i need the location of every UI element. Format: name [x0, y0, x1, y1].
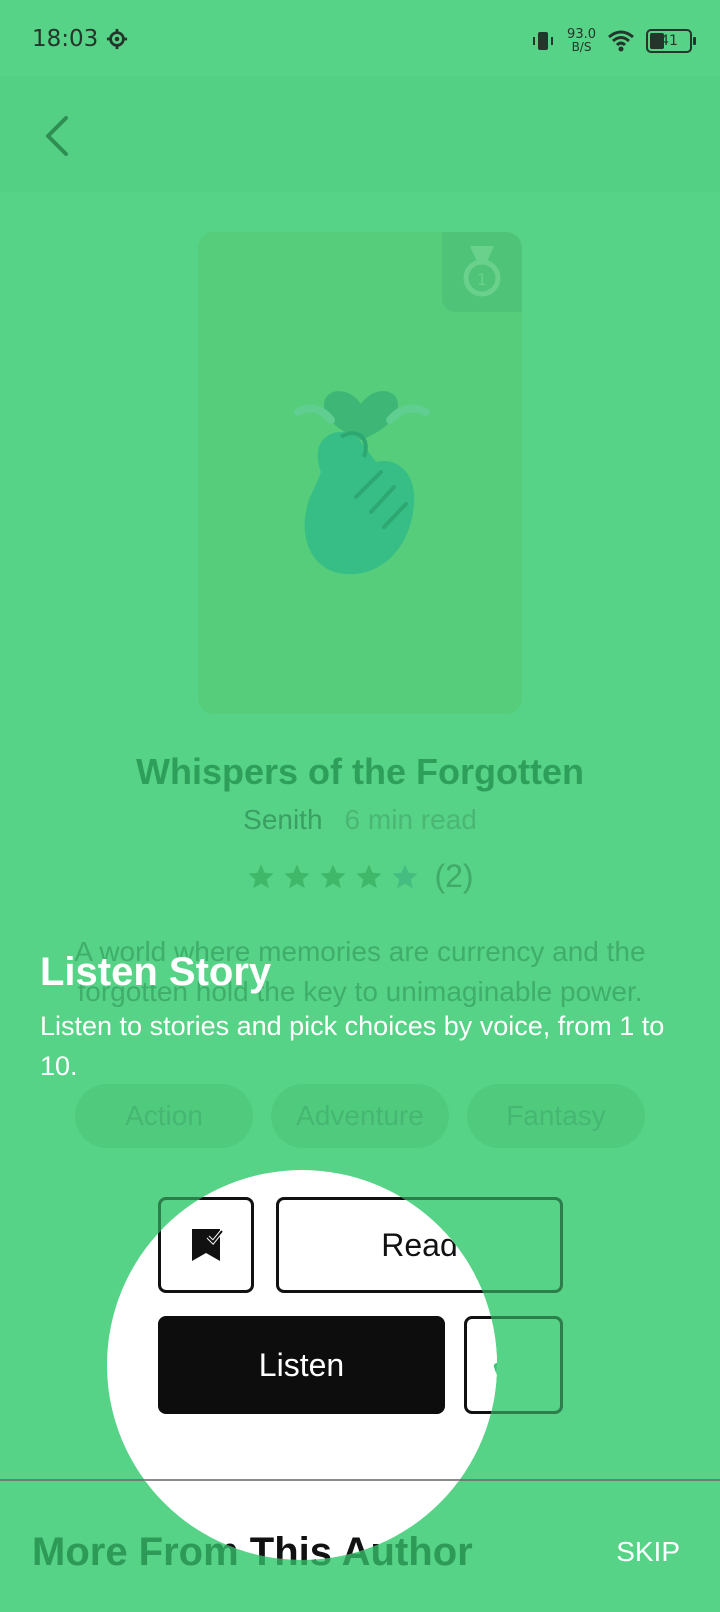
- star-icon: [392, 864, 418, 888]
- star-icon: [284, 864, 310, 888]
- medal-icon: 1: [463, 246, 501, 297]
- skip-button[interactable]: SKIP: [616, 1536, 680, 1568]
- bookmark-button[interactable]: [158, 1197, 254, 1293]
- story-meta: Senith 6 min read: [0, 804, 720, 836]
- more-from-author-title-lit: More From This Author: [107, 1530, 473, 1560]
- star-icon: [248, 864, 274, 888]
- read-time: 6 min read: [344, 804, 477, 835]
- svg-text:1: 1: [477, 270, 487, 289]
- hand-icon: [493, 1363, 497, 1376]
- network-speed-unit: B/S: [571, 40, 592, 54]
- status-time: 18:03: [32, 26, 99, 52]
- rating: (2): [0, 858, 720, 895]
- rating-count: (2): [434, 858, 474, 894]
- author-name[interactable]: Senith: [243, 804, 322, 835]
- spotlight: Read Listen More From This Author: [107, 1170, 497, 1560]
- vibrate-icon: [533, 32, 554, 50]
- tooltip-title: Listen Story: [40, 950, 272, 994]
- star-icon: [320, 864, 346, 888]
- genre-tags: Action Adventure Fantasy: [0, 1084, 720, 1148]
- genre-tag[interactable]: Fantasy: [467, 1084, 645, 1148]
- wifi-icon: [608, 30, 634, 52]
- tooltip-description: Listen to stories and pick choices by vo…: [40, 1011, 665, 1081]
- back-arrow-icon[interactable]: [38, 112, 78, 160]
- listen-button[interactable]: Listen: [158, 1316, 445, 1414]
- battery-icon: 41: [646, 29, 696, 53]
- section-divider-lit: [107, 1479, 497, 1481]
- hand-button[interactable]: [464, 1316, 497, 1414]
- battery-level: 41: [660, 33, 678, 49]
- genre-tag[interactable]: Adventure: [271, 1084, 449, 1148]
- story-cover: 1: [198, 232, 522, 714]
- story-title: Whispers of the Forgotten: [136, 751, 584, 792]
- finger-heart-icon: [294, 391, 430, 575]
- read-button[interactable]: Read: [276, 1197, 497, 1293]
- settings-gear-icon: [106, 28, 128, 50]
- star-icon: [356, 864, 382, 888]
- award-badge: 1: [442, 232, 522, 312]
- network-speed: 93.0 B/S: [567, 28, 596, 54]
- status-icons: 93.0 B/S 41: [531, 24, 696, 58]
- app-header: [0, 76, 720, 192]
- bookmark-check-icon: [192, 1229, 224, 1261]
- genre-tag[interactable]: Action: [75, 1084, 253, 1148]
